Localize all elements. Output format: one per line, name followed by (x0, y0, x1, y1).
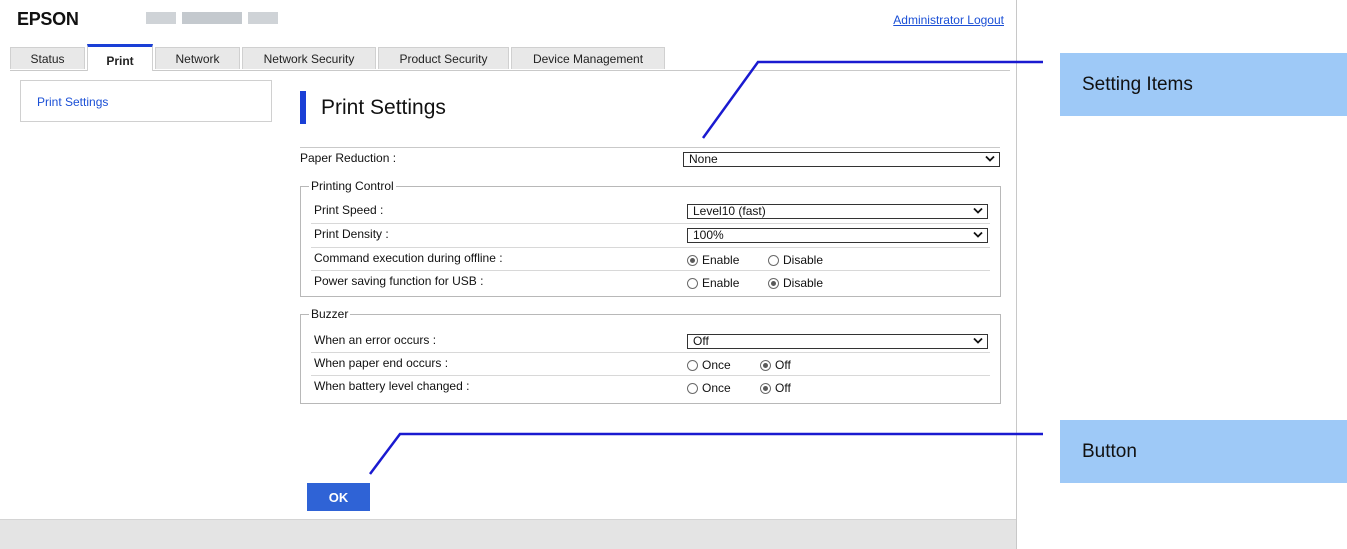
battery-level-label: When battery level changed : (314, 379, 470, 393)
error-occurs-value: Off (693, 334, 709, 348)
callout-button: Button (1060, 420, 1347, 483)
bottom-bar (0, 519, 1016, 549)
main-tab-bar: Status Print Network Network Security Pr… (10, 44, 1010, 71)
paper-end-off-label: Off (775, 358, 791, 372)
power-saving-disable-radio[interactable]: Disable (768, 276, 823, 290)
battery-level-once-radio[interactable]: Once (687, 381, 731, 395)
epson-logo: EPSON (17, 9, 79, 29)
battery-level-off-radio[interactable]: Off (760, 381, 791, 395)
chevron-down-icon (973, 231, 983, 238)
radio-selected-icon (687, 254, 698, 266)
tab-print[interactable]: Print (87, 44, 153, 71)
paper-end-once-label: Once (702, 358, 731, 372)
command-execution-label: Command execution during offline : (314, 251, 503, 265)
chevron-down-icon (985, 155, 995, 162)
paper-reduction-label: Paper Reduction : (300, 151, 397, 165)
power-saving-enable-radio[interactable]: Enable (687, 276, 739, 290)
print-density-select[interactable]: 100% (687, 228, 988, 243)
power-saving-disable-label: Disable (783, 276, 824, 290)
tab-status[interactable]: Status (10, 47, 85, 69)
print-density-value: 100% (693, 228, 724, 242)
print-speed-label: Print Speed : (314, 203, 384, 217)
paper-reduction-value: None (689, 152, 718, 166)
battery-level-off-label: Off (775, 381, 791, 395)
radio-unselected-icon (687, 359, 698, 371)
radio-selected-icon (760, 359, 771, 371)
power-saving-label: Power saving function for USB : (314, 274, 484, 288)
power-saving-enable-label: Enable (702, 276, 740, 290)
battery-level-once-label: Once (702, 381, 731, 395)
error-occurs-select[interactable]: Off (687, 334, 988, 349)
sidebar-item-print-settings[interactable]: Print Settings (37, 95, 108, 109)
row-separator (311, 270, 990, 271)
command-execution-enable-label: Enable (702, 253, 740, 267)
radio-unselected-icon (687, 382, 698, 394)
web-config-window: EPSON Administrator Logout Status Print … (0, 0, 1017, 549)
paper-end-off-radio[interactable]: Off (760, 358, 791, 372)
command-execution-enable-radio[interactable]: Enable (687, 253, 739, 267)
radio-selected-icon (760, 382, 771, 394)
paper-reduction-select[interactable]: None (683, 152, 1000, 167)
tab-device-management[interactable]: Device Management (511, 47, 665, 69)
print-speed-value: Level10 (fast) (693, 204, 766, 218)
blurred-device-name (248, 12, 278, 24)
paper-end-once-radio[interactable]: Once (687, 358, 731, 372)
blurred-device-name (182, 12, 242, 24)
radio-unselected-icon (687, 277, 698, 289)
page-title-accent (300, 91, 306, 124)
printing-control-group: Printing Control Print Speed : Level10 (… (300, 179, 1001, 297)
radio-selected-icon (768, 277, 779, 289)
divider (300, 147, 1000, 148)
page-title: Print Settings (321, 96, 446, 119)
row-separator (311, 247, 990, 248)
sidebar: Print Settings (20, 80, 272, 122)
buzzer-legend: Buzzer (309, 307, 351, 321)
chevron-down-icon (973, 207, 983, 214)
row-separator (311, 223, 990, 224)
ok-button[interactable]: OK (307, 483, 370, 511)
chevron-down-icon (973, 337, 983, 344)
tab-product-security[interactable]: Product Security (378, 47, 509, 69)
administrator-logout-link[interactable]: Administrator Logout (893, 13, 1004, 27)
command-execution-disable-radio[interactable]: Disable (768, 253, 823, 267)
callout-setting-items: Setting Items (1060, 53, 1347, 116)
print-speed-select[interactable]: Level10 (fast) (687, 204, 988, 219)
row-separator (311, 375, 990, 376)
tab-network[interactable]: Network (155, 47, 240, 69)
row-separator (311, 352, 990, 353)
printing-control-legend: Printing Control (309, 179, 396, 193)
command-execution-disable-label: Disable (783, 253, 824, 267)
blurred-device-name (146, 12, 176, 24)
tab-network-security[interactable]: Network Security (242, 47, 376, 69)
error-occurs-label: When an error occurs : (314, 333, 437, 347)
radio-unselected-icon (768, 254, 779, 266)
print-density-label: Print Density : (314, 227, 389, 241)
paper-end-label: When paper end occurs : (314, 356, 449, 370)
buzzer-group: Buzzer When an error occurs : Off When p… (300, 307, 1001, 404)
